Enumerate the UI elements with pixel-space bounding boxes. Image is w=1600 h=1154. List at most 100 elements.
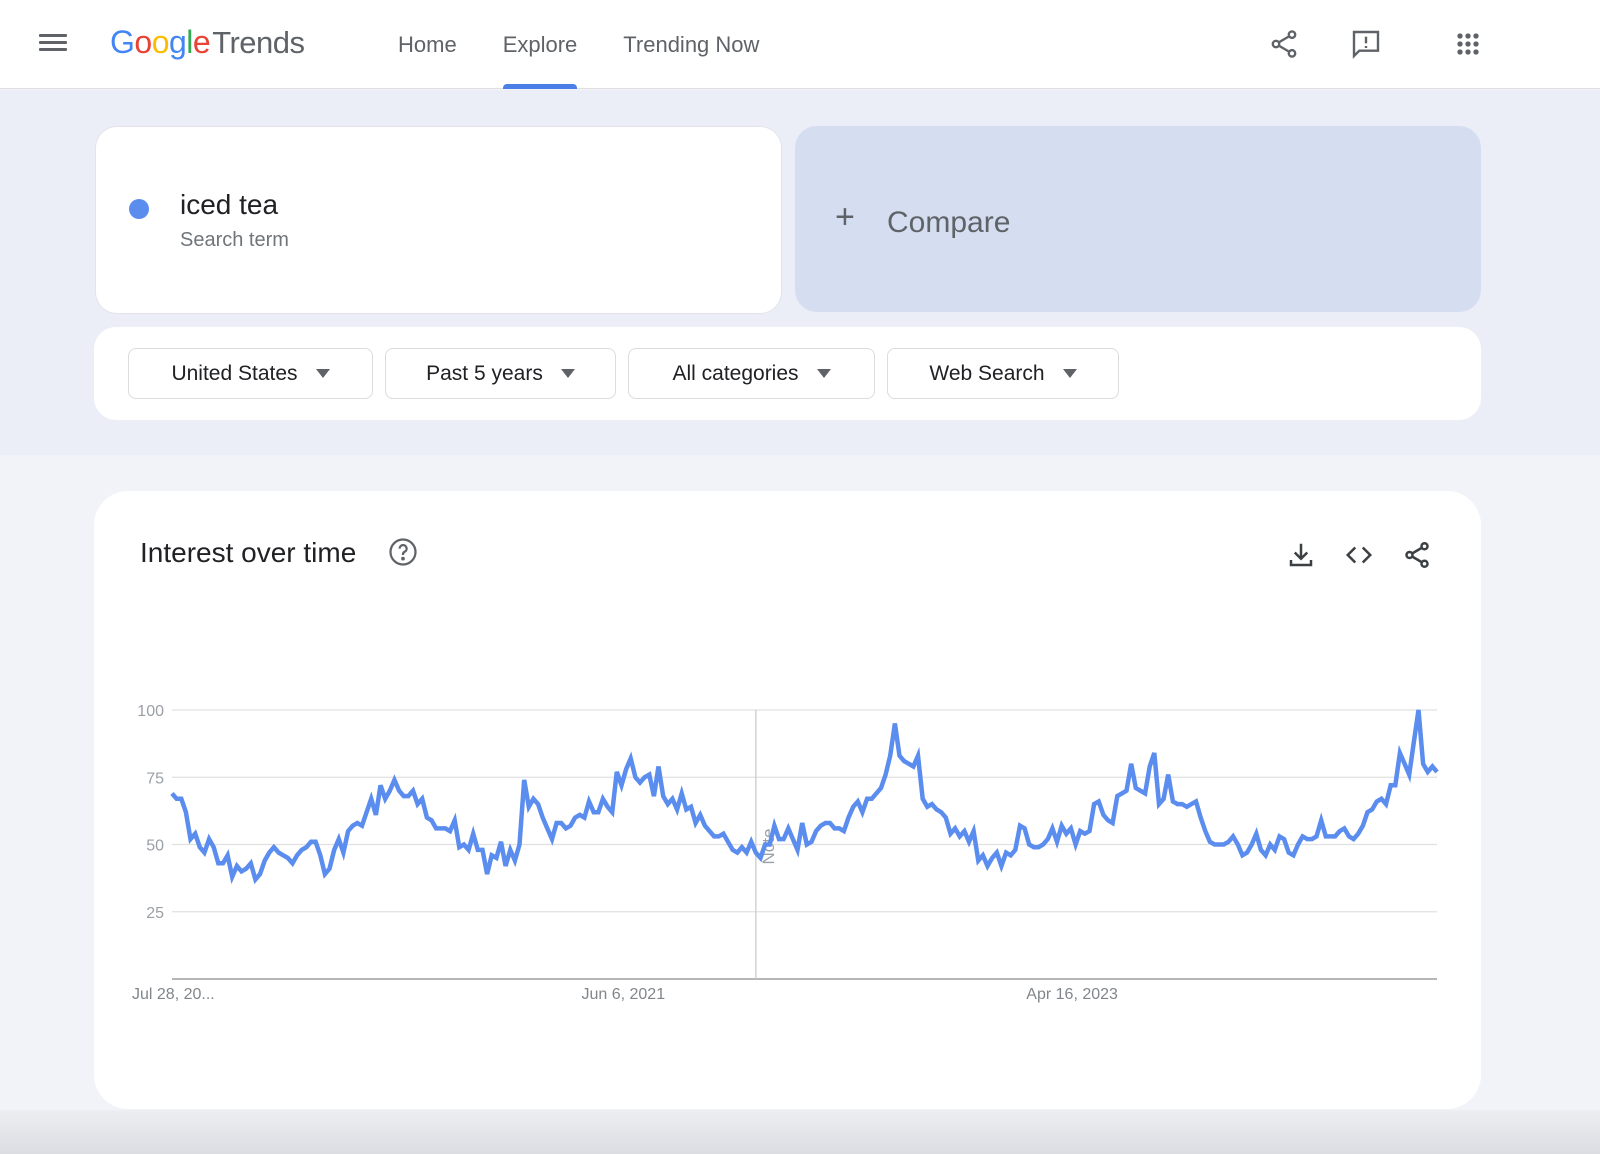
data-point [930,802,934,806]
data-point [522,778,526,782]
search-type-filter-label: Web Search [929,361,1045,385]
data-point [902,759,906,763]
data-point [698,813,702,817]
data-point [564,826,568,830]
data-point [865,797,869,801]
caret-down-icon [816,369,831,378]
data-point [958,834,962,838]
logo-google: Google [110,24,211,61]
data-point [365,810,369,814]
page-bottom-edge [0,1110,1600,1154]
data-point [1138,789,1142,793]
data-point [1148,765,1152,769]
data-point [708,829,712,833]
data-point [911,765,915,769]
nav-home[interactable]: Home [380,0,475,89]
data-point [837,826,841,830]
data-point [694,821,698,825]
data-point [1023,826,1027,830]
data-point [754,851,758,855]
compare-button[interactable]: + Compare [795,126,1481,312]
top-app-bar: Google Trends Home Explore Trending Now [0,0,1600,89]
filters-bar: United States Past 5 years All categorie… [94,327,1481,420]
data-point [513,859,517,863]
category-filter[interactable]: All categories [628,348,875,399]
region-filter[interactable]: United States [128,348,373,399]
data-point [1125,789,1129,793]
data-point [1203,829,1207,833]
share-icon[interactable] [1262,22,1306,66]
data-point [1278,834,1282,838]
data-point [777,837,781,841]
search-term-value[interactable]: iced tea [180,189,278,221]
data-point [355,821,359,825]
x-tick-label: Apr 16, 2023 [1026,986,1118,1003]
data-point [490,853,494,857]
search-type-filter[interactable]: Web Search [887,348,1119,399]
data-point [235,864,239,868]
data-point [1324,834,1328,838]
data-point [1189,802,1193,806]
nav-trending-now[interactable]: Trending Now [605,0,777,89]
data-point [346,829,350,833]
data-point [1180,802,1184,806]
data-point [712,834,716,838]
data-point [360,824,364,828]
data-point [1273,848,1277,852]
data-point [1009,853,1013,857]
data-point [240,869,244,873]
data-point [1032,845,1036,849]
feedback-icon[interactable] [1344,22,1388,66]
data-point [615,770,619,774]
main-menu-icon[interactable] [36,30,70,60]
data-point [448,829,452,833]
data-point [295,853,299,857]
data-point [1078,829,1082,833]
data-point [842,829,846,833]
data-point [230,875,234,879]
data-point [559,821,563,825]
time-range-filter[interactable]: Past 5 years [385,348,616,399]
data-point [175,797,179,801]
interest-line-chart[interactable]: 255075100NoteJul 28, 20... Jun 6, 2021 Apr… [94,491,1481,1109]
main-nav: Home Explore Trending Now [380,0,787,89]
data-point [1088,829,1092,833]
data-point [772,824,776,828]
data-point [281,853,285,857]
y-tick-label: 50 [146,838,164,855]
data-point [953,826,957,830]
data-point [1106,818,1110,822]
data-point [1152,751,1156,755]
data-point [833,826,837,830]
data-point [1319,818,1323,822]
search-term-card[interactable]: iced tea Search term [95,126,782,314]
data-point [1037,845,1041,849]
logo-letter: G [110,24,135,60]
data-point [1352,837,1356,841]
data-point [504,864,508,868]
data-point [1115,794,1119,798]
data-point [476,848,480,852]
data-point [1240,853,1244,857]
data-point [420,797,424,801]
data-point [425,816,429,820]
nav-explore[interactable]: Explore [485,0,596,89]
data-point [1050,826,1054,830]
data-point [291,861,295,865]
data-point [1157,802,1161,806]
data-point [1328,834,1332,838]
apps-icon[interactable] [1446,22,1490,66]
data-point [309,840,313,844]
data-point [587,800,591,804]
data-point [323,872,327,876]
data-point [949,832,953,836]
data-point [874,791,878,795]
google-trends-logo[interactable]: Google Trends [110,24,305,61]
data-point [1375,800,1379,804]
time-range-filter-label: Past 5 years [426,361,543,385]
data-point [244,867,248,871]
data-point [1338,829,1342,833]
data-point [1254,832,1258,836]
data-point [620,783,624,787]
data-point [962,829,966,833]
